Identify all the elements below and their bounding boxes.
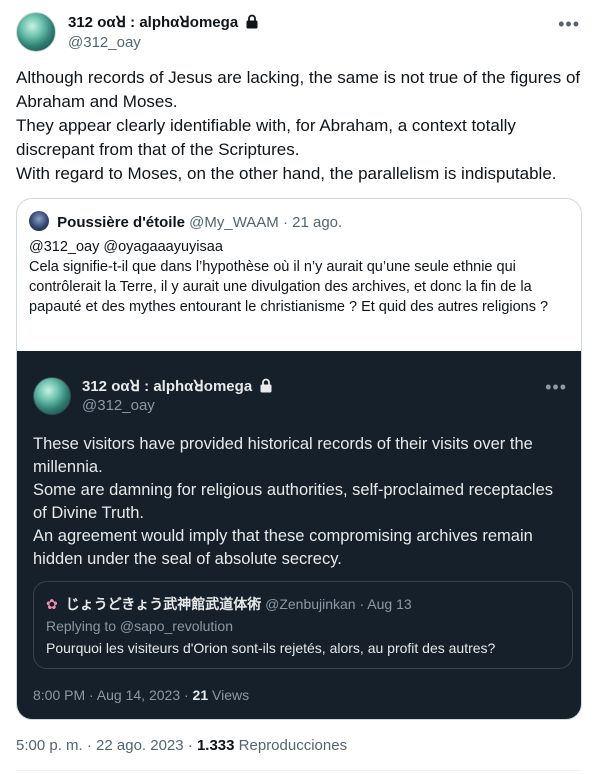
quoted-tweet[interactable]: Poussière d'étoile @My_WAAM · 21 ago. @3… — [16, 198, 582, 720]
tweet-line: Although records of Jesus are lacking, t… — [16, 68, 581, 111]
tweet-timestamp[interactable]: 5:00 p. m. · 22 ago. 2023 · — [16, 737, 193, 754]
views-count: 1.333 — [196, 737, 235, 754]
embedded-line: These visitors have provided historical … — [33, 435, 533, 476]
inner-quote-header: ✿ じょうどきょう武神館武道体術 @Zenbujinkan · Aug 13 — [46, 594, 412, 614]
divider — [16, 770, 582, 771]
lock-icon — [246, 14, 258, 29]
quoted-name: Poussière d'étoile — [57, 214, 185, 231]
views-label: Reproducciones — [238, 737, 348, 754]
embedded-name-row: 312 οαꓤ : alphαꓤomega — [82, 377, 273, 395]
author-name[interactable]: 312 οαꓤ : alphαꓤomega — [68, 14, 238, 31]
embedded-views-label: Views — [212, 687, 250, 703]
inner-quoted-tweet: ✿ じょうどきょう武神館武道体術 @Zenbujinkan · Aug 13 R… — [33, 581, 573, 669]
quoted-handle: @My_WAAM — [189, 214, 279, 231]
lock-icon — [260, 378, 272, 393]
embedded-avatar — [33, 377, 71, 415]
embedded-text: These visitors have provided historical … — [33, 433, 569, 571]
embedded-timestamp-row: 8:00 PM · Aug 14, 2023 · 21 Views — [33, 687, 249, 703]
tweet-timestamp-row: 5:00 p. m. · 22 ago. 2023 · 1.333 Reprod… — [16, 737, 347, 754]
inner-quote-replying: Replying to @sapo_revolution — [46, 618, 233, 634]
inner-quote-text: Pourquoi les visiteurs d'Orion sont-ils … — [46, 640, 496, 656]
embedded-name: 312 οαꓤ : alphαꓤomega — [82, 378, 253, 395]
tweet-line: With regard to Moses, on the other hand,… — [16, 164, 557, 183]
tweet-text: Although records of Jesus are lacking, t… — [16, 66, 586, 186]
author-name-row[interactable]: 312 οαꓤ : alphαꓤomega — [68, 13, 259, 31]
separator-dot: · — [282, 214, 293, 231]
tweet: 312 οαꓤ : alphαꓤomega @312_oay ••• Altho… — [0, 0, 598, 775]
author-avatar[interactable] — [16, 12, 56, 52]
quoted-avatar — [29, 211, 49, 231]
flower-icon: ✿ — [46, 596, 58, 612]
tweet-line: They appear clearly identifiable with, f… — [16, 116, 516, 159]
embedded-line: An agreement would imply that these comp… — [33, 527, 533, 568]
embedded-tweet-image: 312 οαꓤ : alphαꓤomega @312_oay ••• These… — [17, 351, 581, 719]
author-handle[interactable]: @312_oay — [68, 34, 141, 51]
embedded-handle: @312_oay — [82, 397, 155, 414]
quoted-date: 21 ago. — [292, 214, 343, 231]
inner-quote-date: Aug 13 — [367, 596, 412, 612]
quoted-header: Poussière d'étoile @My_WAAM · 21 ago. — [29, 211, 342, 231]
more-icon[interactable]: ••• — [558, 14, 580, 35]
quoted-body: Cela signifie-t-il que dans l’hypothèse … — [29, 259, 549, 315]
embedded-line: Some are damning for religious authoriti… — [33, 481, 553, 522]
inner-quote-handle: @Zenbujinkan — [265, 596, 356, 612]
inner-quote-name: じょうどきょう武神館武道体術 — [65, 596, 262, 612]
more-icon: ••• — [545, 377, 567, 397]
quoted-text: @312_oay @oyagaaayuyisaa Cela signifie-t… — [29, 237, 569, 317]
embedded-timestamp: 8:00 PM · Aug 14, 2023 · — [33, 687, 189, 703]
quoted-mentions: @312_oay @oyagaaayuyisaa — [29, 239, 223, 255]
embedded-views-count: 21 — [192, 687, 209, 703]
